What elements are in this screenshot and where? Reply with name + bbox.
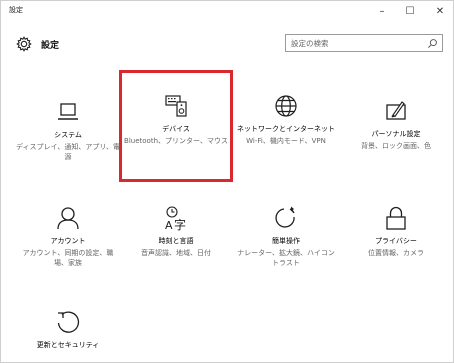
settings-header: 設定 設定の検索 [1,31,453,59]
settings-window: 設定 – ☐ ✕ 設定 設定の検索 システム ディスプレイ、通知、アプリ、電源 [0,0,454,363]
tile-ease-of-access-desc: ナレーター、拡大鏡、ハイコントラスト [237,249,335,267]
tile-ease-of-access-label: 簡単操作 [272,237,300,245]
page-title: 設定 [41,41,60,51]
tile-update-security-label: 更新とセキュリティ [36,341,100,349]
tile-network[interactable]: ネットワークとインターネット Wi-Fi、機内モード、VPN [234,93,338,146]
tile-system-desc: ディスプレイ、通知、アプリ、電源 [16,143,120,161]
tile-privacy-desc: 位置情報、カメラ [368,249,424,257]
gear-icon [16,36,32,52]
tile-time-language-label: 時刻と言語 [158,237,194,245]
tile-privacy-label: プライバシー [375,237,417,245]
window-title: 設定 [9,6,23,14]
tile-time-language-desc: 音声認識、地域、日付 [141,249,211,257]
tile-accounts-label: アカウント [50,237,86,245]
tile-privacy[interactable]: プライバシー 位置情報、カメラ [344,205,448,258]
close-button[interactable]: ✕ [429,4,451,20]
paint-icon [386,101,406,120]
refresh-icon [57,311,80,333]
title-bar: 設定 – ☐ ✕ [1,1,453,23]
time-language-icon: A 字 [165,206,186,231]
ease-of-access-icon [275,206,295,228]
tile-update-security[interactable]: 更新とセキュリティ [16,309,120,350]
tile-personalization-desc: 背景、ロック画面、色 [361,142,431,150]
tile-time-language[interactable]: A 字 時刻と言語 音声認識、地域、日付 [124,205,228,258]
tile-personalization-label: パーソナル設定 [371,130,421,138]
tile-personalization[interactable]: パーソナル設定 背景、ロック画面、色 [344,98,448,151]
svg-text:字: 字 [174,217,186,231]
highlight-box [119,70,233,182]
tile-ease-of-access[interactable]: 簡単操作 ナレーター、拡大鏡、ハイコントラスト [234,205,338,268]
person-icon [57,207,79,230]
tile-network-label: ネットワークとインターネット [237,125,335,133]
search-input[interactable]: 設定の検索 [285,34,443,52]
search-placeholder: 設定の検索 [291,39,329,48]
svg-text:A: A [165,219,173,231]
maximize-button[interactable]: ☐ [399,4,421,20]
tile-accounts-desc: アカウント、同期の設定、職場、家族 [22,249,114,267]
globe-icon [275,95,297,117]
search-icon[interactable] [427,38,438,49]
minimize-button[interactable]: – [371,4,393,20]
tile-system-label: システム [54,131,82,139]
laptop-icon [58,103,78,120]
tile-system[interactable]: システム ディスプレイ、通知、アプリ、電源 [16,99,120,162]
lock-icon [386,206,406,230]
tile-network-desc: Wi-Fi、機内モード、VPN [246,137,326,145]
tile-accounts[interactable]: アカウント アカウント、同期の設定、職場、家族 [16,205,120,268]
